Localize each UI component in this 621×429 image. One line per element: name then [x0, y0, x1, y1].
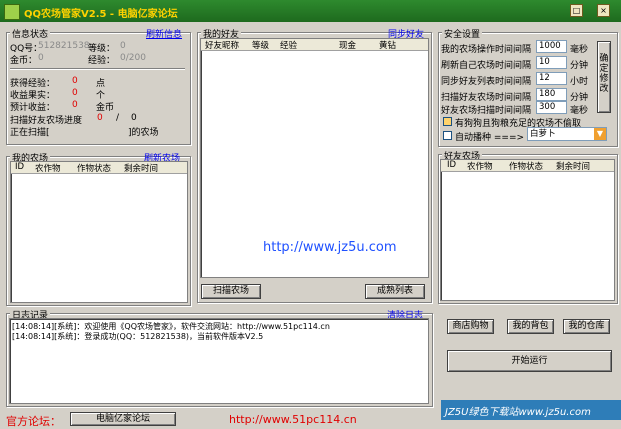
close-button[interactable]: × [597, 4, 610, 17]
col-exp: 经验 [280, 41, 298, 51]
op-interval-unit: 毫秒 [570, 45, 589, 55]
op-interval-label: 我的农场操作时间间隔 [441, 45, 532, 55]
scan-friends-interval-label: 扫描好友农场时间间隔 [441, 93, 532, 103]
col-id: ID [447, 160, 457, 170]
forum-url[interactable]: http://www.51pc114.cn [229, 413, 357, 426]
col-yellow-diamond: 黄钻 [379, 41, 397, 51]
col-cash: 现金 [339, 41, 357, 51]
auto-sow-label: 自动播种 ===> [455, 133, 525, 143]
scan-friends-interval-unit: 分钟 [570, 93, 589, 103]
col-crop: 农作物 [35, 164, 61, 174]
info-divider [10, 68, 185, 70]
warehouse-button[interactable]: 我的仓库 [563, 319, 610, 334]
gain-exp-value: 0 [72, 76, 78, 86]
scan-progress-sep: / [116, 113, 120, 123]
exp-label: 经验： [88, 56, 116, 66]
op-interval-input[interactable]: 1000 [536, 40, 567, 53]
harvest-value: 0 [72, 88, 78, 98]
scan-progress-total: 0 [131, 113, 137, 123]
col-remaining-time: 剩余时间 [124, 164, 159, 174]
scanning-label: 正在扫描[ [10, 128, 50, 138]
chevron-down-icon[interactable]: ▼ [594, 128, 606, 140]
refresh-own-unit: 分钟 [570, 61, 589, 71]
center-watermark: http://www.jz5u.com [263, 240, 397, 255]
window-title: QQ农场管家V2.5 - 电脑亿家论坛 [24, 9, 178, 20]
col-remaining-time: 剩余时间 [556, 162, 591, 172]
dog-checkbox[interactable] [443, 117, 452, 126]
refresh-info-link[interactable]: 刷新信息 [146, 27, 182, 40]
est-label: 预计收益： [10, 103, 56, 113]
refresh-own-label: 刷新自己农场时间间隔 [441, 61, 532, 71]
auto-sow-checkbox[interactable] [443, 131, 452, 140]
col-level: 等级 [252, 41, 270, 51]
friend-farm-list[interactable]: ID 农作物 作物状态 剩余时间 [440, 159, 615, 301]
exp-value: 0/200 [120, 53, 146, 63]
col-crop: 农作物 [467, 162, 493, 172]
bottom-right-watermark: JZ5U绿色下载站www.jz5u.com [445, 407, 591, 418]
scan-progress-current: 0 [97, 113, 103, 123]
scanning-suffix: ]的农场 [128, 128, 159, 138]
col-crop-status: 作物状态 [509, 162, 544, 172]
friend-scan-interval-label: 好友农场扫描时间间隔 [441, 106, 532, 116]
sync-friends-interval-label: 同步好友列表时间间隔 [441, 77, 532, 87]
friends-list-header: 好友昵称 等级 经验 现金 黄钻 [201, 39, 428, 51]
security-label: 安全设置 [442, 27, 483, 40]
log-textarea[interactable]: [14:08:14][系统]：欢迎使用《QQ农场管家》，软件交流网站：http:… [9, 318, 429, 404]
level-value: 0 [120, 41, 126, 51]
est-unit: 金币 [96, 103, 115, 113]
refresh-own-input[interactable]: 10 [536, 56, 567, 69]
gold-label: 金币： [10, 56, 38, 66]
minimize-button[interactable]: □ [570, 4, 583, 17]
my-farm-list-header: ID 农作物 作物状态 剩余时间 [11, 162, 187, 174]
confirm-change-button[interactable]: 确定修改 [597, 41, 611, 113]
scan-friends-interval-input[interactable]: 180 [536, 88, 567, 101]
start-run-button[interactable]: 开始运行 [447, 350, 612, 372]
shop-button[interactable]: 商店购物 [447, 319, 494, 334]
forum-button[interactable]: 电脑亿家论坛 [70, 412, 176, 426]
bag-button[interactable]: 我的背包 [507, 319, 554, 334]
app-icon [4, 4, 20, 20]
forum-label: 官方论坛： [6, 415, 61, 428]
qq-value: 512821538 [38, 41, 90, 51]
friend-scan-interval-input[interactable]: 300 [536, 101, 567, 114]
col-nickname: 好友昵称 [205, 41, 240, 51]
friend-scan-interval-unit: 毫秒 [570, 106, 589, 116]
log-line: [14:08:14][系统]：登录成功(QQ：512821538)，当前软件版本… [12, 332, 264, 341]
col-crop-status: 作物状态 [77, 164, 112, 174]
col-id: ID [15, 162, 25, 172]
my-farm-list[interactable]: ID 农作物 作物状态 剩余时间 [10, 161, 188, 303]
sync-friends-interval-unit: 小时 [570, 77, 589, 87]
friend-farm-list-header: ID 农作物 作物状态 剩余时间 [441, 160, 614, 172]
info-status-label: 信息状态 [10, 27, 51, 40]
sync-friends-interval-input[interactable]: 12 [536, 72, 567, 85]
scan-farm-button[interactable]: 扫描农场 [201, 284, 261, 299]
seed-select-value: 白萝卜 [530, 129, 556, 139]
ripe-list-button[interactable]: 成熟列表 [365, 284, 425, 299]
est-value: 0 [72, 100, 78, 110]
gold-value: 0 [38, 53, 44, 63]
